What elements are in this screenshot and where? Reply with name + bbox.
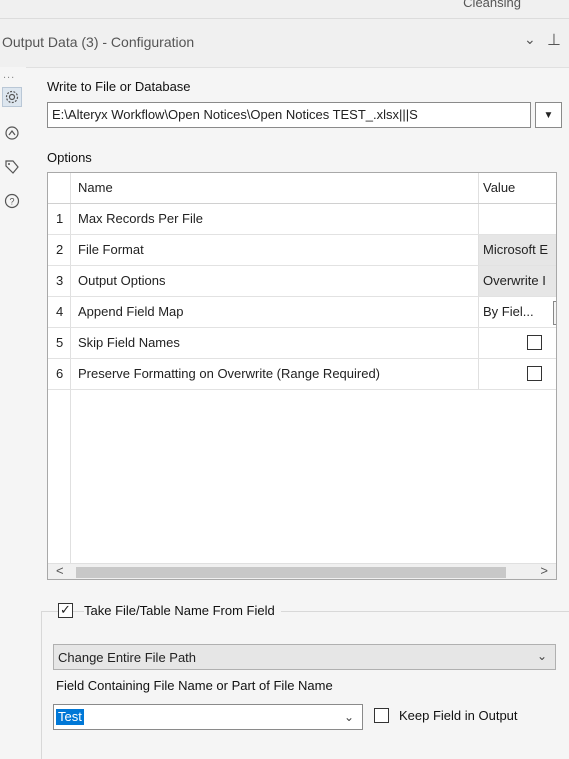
canvas-tool-label: Cleansing xyxy=(463,0,521,10)
row-name: Skip Field Names xyxy=(78,335,180,350)
row-number: 3 xyxy=(56,273,64,288)
take-name-checkbox[interactable]: ✓ xyxy=(58,603,73,618)
panel-title: Output Data (3) - Configuration xyxy=(2,34,195,50)
scroll-right-arrow[interactable]: > xyxy=(540,563,548,578)
file-path-mode-value: Change Entire File Path xyxy=(58,650,197,665)
field-select[interactable]: Test ⌄ xyxy=(53,704,363,730)
row-name: Output Options xyxy=(78,273,166,288)
table-row[interactable]: 6 Preserve Formatting on Overwrite (Rang… xyxy=(48,359,556,390)
row-number: 2 xyxy=(56,242,64,257)
file-format-value[interactable]: Microsoft E xyxy=(478,235,556,265)
table-row[interactable]: 2 File Format Microsoft E xyxy=(48,235,556,266)
table-row[interactable]: 4 Append Field Map By Fiel... xyxy=(48,297,556,328)
preserve-formatting-cell xyxy=(478,359,556,389)
append-field-map-button[interactable] xyxy=(553,301,556,325)
scroll-thumb[interactable] xyxy=(76,567,506,578)
row-name: File Format xyxy=(78,242,144,257)
chevron-down-icon: ⌄ xyxy=(343,710,354,724)
keep-field-label: Keep Field in Output xyxy=(399,708,518,723)
write-to-dropdown-button[interactable]: ▼ xyxy=(535,102,562,128)
output-options-value[interactable]: Overwrite I xyxy=(478,266,556,296)
table-row[interactable]: 1 Max Records Per File xyxy=(48,204,556,235)
row-number: 4 xyxy=(56,304,64,319)
tag-icon[interactable] xyxy=(3,158,21,176)
chevron-down-icon: ⌄ xyxy=(536,649,547,663)
chevron-down-icon[interactable]: ⌄ xyxy=(524,31,536,48)
write-to-path-input[interactable]: E:\Alteryx Workflow\Open Notices\Open No… xyxy=(47,102,531,128)
grid-header-row: Name Value xyxy=(48,173,556,204)
config-header: Output Data (3) - Configuration ⌄ ⊥ xyxy=(0,19,569,68)
scroll-left-arrow[interactable]: < xyxy=(56,563,64,578)
col-header-value: Value xyxy=(478,173,556,203)
gear-icon[interactable] xyxy=(2,87,22,107)
row-value[interactable] xyxy=(478,204,556,234)
table-row[interactable]: 3 Output Options Overwrite I xyxy=(48,266,556,297)
preserve-formatting-checkbox[interactable] xyxy=(527,366,542,381)
row-number: 5 xyxy=(56,335,64,350)
horizontal-scrollbar[interactable]: < > xyxy=(48,563,556,579)
row-name: Preserve Formatting on Overwrite (Range … xyxy=(78,366,381,381)
table-row[interactable]: 5 Skip Field Names xyxy=(48,328,556,359)
row-name: Max Records Per File xyxy=(78,211,203,226)
connection-icon[interactable] xyxy=(3,124,21,142)
skip-field-names-checkbox[interactable] xyxy=(527,335,542,350)
skip-field-names-cell xyxy=(478,328,556,358)
file-path-mode-select[interactable]: Change Entire File Path ⌄ xyxy=(53,644,556,670)
append-field-map-value[interactable]: By Fiel... xyxy=(483,304,534,319)
help-icon[interactable]: ? xyxy=(3,192,21,210)
field-select-value: Test xyxy=(56,709,84,725)
overflow-dots: ... xyxy=(3,69,16,81)
config-sidebar: ... ? xyxy=(0,67,26,759)
row-number: 6 xyxy=(56,366,64,381)
field-containing-label: Field Containing File Name or Part of Fi… xyxy=(56,678,333,693)
append-field-map-cell: By Fiel... xyxy=(478,297,556,327)
keep-field-checkbox[interactable] xyxy=(374,708,389,723)
row-number: 1 xyxy=(56,211,64,226)
take-name-label: Take File/Table Name From Field xyxy=(84,603,281,618)
options-label: Options xyxy=(47,150,92,165)
top-strip: Cleansing xyxy=(0,0,569,19)
pin-icon[interactable]: ⊥ xyxy=(547,30,561,50)
options-grid: Name Value 1 Max Records Per File 2 File… xyxy=(47,172,557,580)
write-to-label: Write to File or Database xyxy=(47,79,191,94)
col-header-name: Name xyxy=(78,180,113,195)
svg-text:?: ? xyxy=(9,197,14,207)
row-name: Append Field Map xyxy=(78,304,184,319)
